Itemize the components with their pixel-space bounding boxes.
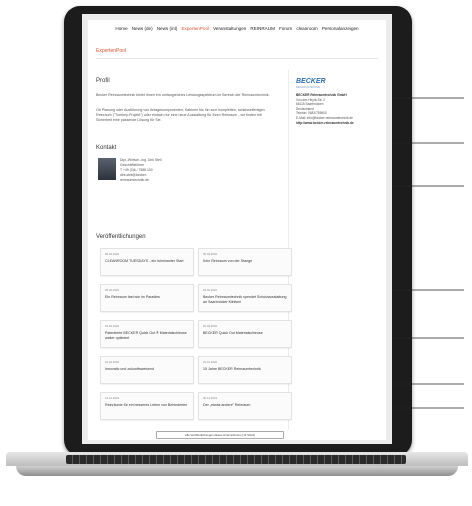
nav-item-reinraum[interactable]: REINRAUM xyxy=(250,26,275,31)
laptop-screen: Home News (de) News (int) ExpertenPool V… xyxy=(82,14,392,444)
publication-title: Reinräume für ein besseres Leben von Beh… xyxy=(105,403,188,407)
publication-card[interactable]: 31.12.2019 Reinräume für ein besseres Le… xyxy=(100,392,194,420)
publication-date: 31.12.2019 xyxy=(105,396,119,400)
company-name: BECKER Reinraumtechnik GmbH xyxy=(296,93,347,97)
contact-heading: Kontakt xyxy=(96,145,117,151)
publication-date: 05.02.2020 xyxy=(105,288,119,292)
publication-date: 06.02.2020 xyxy=(105,252,119,256)
publication-title: BECKER Quick Out Materialschleuse xyxy=(203,331,263,335)
profile-paragraph-1: Becker Reinraumtechnik bietet Ihnen ein … xyxy=(96,93,270,97)
publication-date: 04.02.2020 xyxy=(203,288,217,292)
publications-heading: Veröffentlichungen xyxy=(96,234,146,240)
contact-photo xyxy=(98,158,116,180)
publication-date: 02.02.2020 xyxy=(203,324,217,328)
publication-title: Kein Reinraum von der Stange xyxy=(203,259,253,263)
contact-details: Dipl.-Wirtsch.-Ing. Dirk Steil Geschäfts… xyxy=(120,158,161,183)
nav-item-home[interactable]: Home xyxy=(115,26,127,31)
publication-card[interactable]: 05.02.2020 Kein Reinraum von der Stange xyxy=(198,248,292,276)
keyboard xyxy=(66,455,406,464)
laptop-base xyxy=(6,452,468,496)
company-address-block: BECKER Reinraumtechnik GmbH Von-der-Heyd… xyxy=(296,93,380,125)
publication-card[interactable]: 01.02.2020 Innovativ und zukunftsweisend xyxy=(100,356,194,384)
nav-item-expertenpool[interactable]: ExpertenPool xyxy=(181,26,209,31)
nav-item-news-de[interactable]: News (de) xyxy=(132,26,153,31)
publication-card[interactable]: 30.12.2019 Der „etwas andere" Reinraum xyxy=(198,392,292,420)
publication-date: 01.01.2020 xyxy=(203,360,217,364)
company-logo: BECKER xyxy=(296,78,326,85)
publication-card[interactable]: 01.01.2020 15 Jahre BECKER Reinraumtechn… xyxy=(198,356,292,384)
publication-title: CLEANROOM TUESDAYS - ein fulminanter Sta… xyxy=(105,259,184,263)
all-publications-button[interactable]: Alle Veröffentlichungen dieses Unternehm… xyxy=(156,431,284,439)
laptop-deck xyxy=(6,452,468,466)
publication-card[interactable]: 04.02.2020 Becker Reinraumtechnik spende… xyxy=(198,284,292,312)
nav-item-forum[interactable]: Forum xyxy=(279,26,292,31)
laptop-bottom xyxy=(16,466,458,476)
profile-heading: Profil xyxy=(96,78,110,84)
company-website[interactable]: http://www.becker-reinraumtechnik.de xyxy=(296,121,354,125)
publication-date: 30.12.2019 xyxy=(203,396,217,400)
publication-title: 15 Jahre BECKER Reinraumtechnik xyxy=(203,367,261,371)
publication-date: 05.02.2020 xyxy=(203,252,217,256)
nav-item-cleanroom[interactable]: cleanroom xyxy=(296,26,317,31)
publication-card[interactable]: 02.02.2020 BECKER Quick Out Materialschl… xyxy=(198,320,292,348)
company-logo-sub: REINRAUMTECHNIK xyxy=(296,86,321,89)
publication-title: Der „etwas andere" Reinraum xyxy=(203,403,251,407)
breadcrumb-divider xyxy=(96,58,378,59)
publication-title: Becker Reinraumtechnik spendet Schutzaus… xyxy=(203,295,287,304)
publication-card[interactable]: 06.02.2020 CLEANROOM TUESDAYS - ein fulm… xyxy=(100,248,194,276)
publication-title: Patentierte BECKER Quick Out ® Materials… xyxy=(105,331,187,340)
publication-date: 03.02.2020 xyxy=(105,324,119,328)
publication-card[interactable]: 05.02.2020 Ein Reinraum fast wie im Para… xyxy=(100,284,194,312)
publication-date: 01.02.2020 xyxy=(105,360,119,364)
nav-item-veranstaltungen[interactable]: Veranstaltungen xyxy=(213,26,246,31)
contact-email-domain[interactable]: reinraumtechnik.de xyxy=(120,178,161,183)
company-sidebar: BECKER REINRAUMTECHNIK BECKER Reinraumte… xyxy=(296,78,380,125)
nav-item-personalanzeigen[interactable]: Personalanzeigen xyxy=(322,26,359,31)
profile-paragraph-2: Ob Planung oder Ausführung von Anlagekom… xyxy=(96,108,265,122)
nav-item-news-int[interactable]: News (int) xyxy=(157,26,178,31)
web-page: Home News (de) News (int) ExpertenPool V… xyxy=(88,20,386,440)
publication-title: Ein Reinraum fast wie im Paradies xyxy=(105,295,160,299)
breadcrumb[interactable]: ExpertenPool xyxy=(96,48,126,54)
publication-title: Innovativ und zukunftsweisend xyxy=(105,367,154,371)
top-navigation: Home News (de) News (int) ExpertenPool V… xyxy=(88,26,386,31)
publication-card[interactable]: 03.02.2020 Patentierte BECKER Quick Out … xyxy=(100,320,194,348)
